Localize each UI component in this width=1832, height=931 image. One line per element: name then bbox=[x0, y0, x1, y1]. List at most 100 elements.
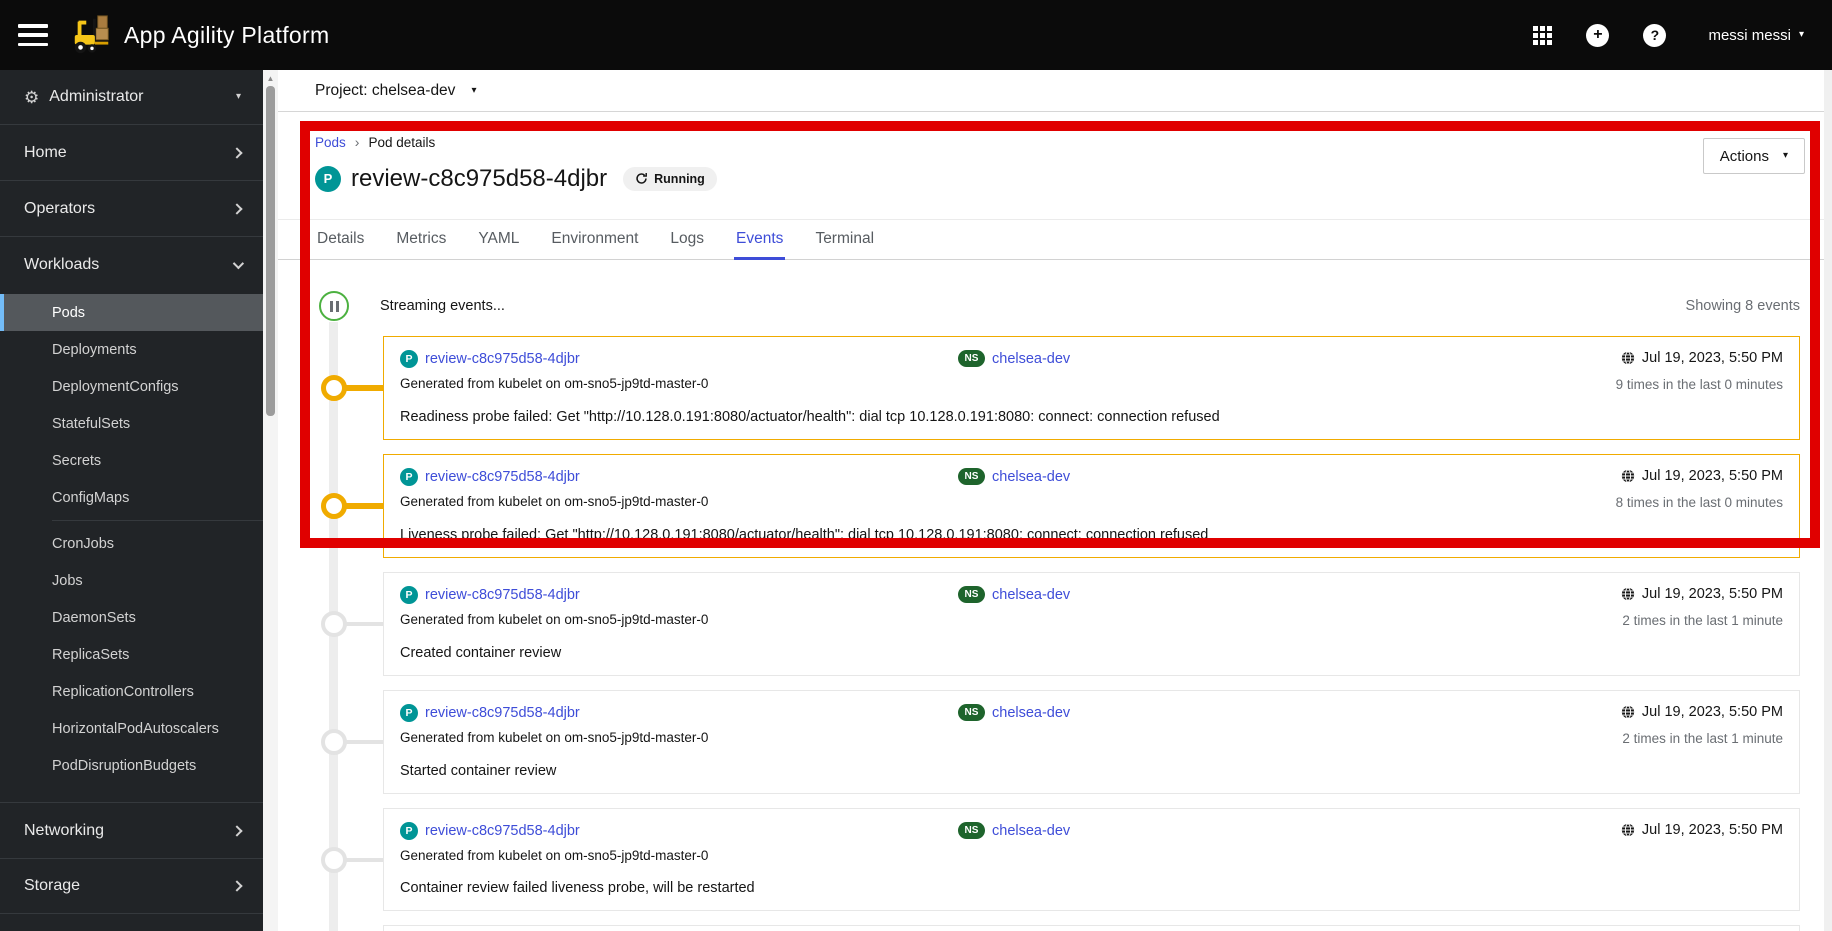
sidebar-section[interactable]: Storage bbox=[0, 858, 263, 914]
sidebar-item[interactable]: StatefulSets bbox=[0, 405, 263, 442]
event-card: P review-c8c975d58-4djbr Generated from … bbox=[383, 925, 1800, 931]
events-toolbar: Streaming events... Showing 8 events bbox=[315, 288, 1800, 324]
globe-icon bbox=[1621, 351, 1635, 365]
namespace-link-label: chelsea-dev bbox=[992, 468, 1071, 485]
pod-link[interactable]: P review-c8c975d58-4djbr bbox=[400, 704, 958, 722]
sidebar-item-label: DaemonSets bbox=[52, 609, 136, 626]
namespace-link-label: chelsea-dev bbox=[992, 704, 1071, 721]
sidebar-item[interactable]: DeploymentConfigs bbox=[0, 368, 263, 405]
pod-link-label: review-c8c975d58-4djbr bbox=[425, 587, 580, 603]
event-source: Generated from kubelet on om-sno5-jp9td-… bbox=[400, 612, 709, 627]
namespace-link[interactable]: NS chelsea-dev bbox=[958, 350, 1533, 367]
namespace-resource-icon: NS bbox=[958, 586, 985, 603]
event-card: P review-c8c975d58-4djbr Generated from … bbox=[383, 454, 1800, 558]
sidebar-item[interactable]: ConfigMaps bbox=[0, 479, 263, 516]
add-plus-circle-icon[interactable]: + bbox=[1586, 23, 1610, 47]
namespace-link[interactable]: NS chelsea-dev bbox=[958, 704, 1533, 721]
timeline-node-icon bbox=[321, 375, 347, 401]
sidebar-item-label: Workloads bbox=[24, 255, 100, 273]
sidebar-item-label: DeploymentConfigs bbox=[52, 378, 179, 395]
main-content: Project: chelsea-dev ▾ Pods › Pod detail… bbox=[278, 70, 1832, 931]
project-selector-label: Project: chelsea-dev bbox=[315, 81, 456, 99]
event-timestamp: Jul 19, 2023, 5:50 PM bbox=[1621, 586, 1783, 602]
event-timestamp-label: Jul 19, 2023, 5:50 PM bbox=[1641, 468, 1783, 484]
sidebar-item-workloads[interactable]: Workloads bbox=[0, 236, 263, 292]
sidebar-section[interactable]: Networking bbox=[0, 802, 263, 858]
timeline-node-icon bbox=[321, 611, 347, 637]
chevron-right-icon bbox=[231, 202, 243, 215]
chevron-down-icon: ▾ bbox=[1782, 150, 1788, 161]
tab[interactable]: Environment bbox=[549, 220, 640, 260]
pod-details-page: Pods › Pod details P review-c8c975d58-4d… bbox=[278, 112, 1832, 931]
tab[interactable]: Terminal bbox=[813, 220, 876, 260]
events-timeline: P review-c8c975d58-4djbr Generated from … bbox=[315, 322, 1800, 931]
sidebar-scrollbar[interactable]: ▲ bbox=[263, 70, 278, 931]
namespace-link[interactable]: NS chelsea-dev bbox=[958, 468, 1533, 485]
namespace-resource-icon: NS bbox=[958, 822, 985, 839]
sidebar-item[interactable]: HorizontalPodAutoscalers bbox=[0, 710, 263, 747]
sidebar-item[interactable]: Secrets bbox=[0, 442, 263, 479]
event-source: Generated from kubelet on om-sno5-jp9td-… bbox=[400, 730, 709, 745]
events-count-label: Showing 8 events bbox=[1685, 298, 1800, 314]
event-timestamp: Jul 19, 2023, 5:50 PM bbox=[1621, 704, 1783, 720]
scrollbar-up-arrow-icon[interactable]: ▲ bbox=[263, 70, 278, 83]
event-count: 2 times in the last 1 minute bbox=[1622, 731, 1783, 746]
actions-button[interactable]: Actions ▾ bbox=[1702, 138, 1805, 174]
user-menu[interactable]: messi messi ▾ bbox=[1708, 27, 1804, 44]
tab[interactable]: Details bbox=[315, 220, 366, 260]
namespace-link[interactable]: NS chelsea-dev bbox=[958, 586, 1533, 603]
pod-link[interactable]: P review-c8c975d58-4djbr bbox=[400, 468, 958, 486]
sidebar-section[interactable]: Home bbox=[0, 124, 263, 180]
sidebar-section-label: Networking bbox=[24, 821, 105, 839]
tab[interactable]: Events bbox=[734, 220, 786, 260]
sidebar-item[interactable]: Pods bbox=[0, 294, 263, 331]
breadcrumb-current: Pod details bbox=[368, 134, 436, 150]
event-message: Container review failed liveness probe, … bbox=[400, 880, 755, 896]
sidebar-item-label: PodDisruptionBudgets bbox=[52, 757, 197, 774]
event-row: P review-c8c975d58-4djbr Generated from … bbox=[315, 336, 1800, 440]
window-scrollbar[interactable] bbox=[1824, 70, 1832, 931]
masthead: App Agility Platform + ? messi messi ▾ bbox=[0, 0, 1832, 70]
sidebar-item[interactable]: DaemonSets bbox=[0, 599, 263, 636]
sidebar-item[interactable]: Deployments bbox=[0, 331, 263, 368]
scrollbar-thumb[interactable] bbox=[266, 86, 275, 416]
sidebar-item-label: ReplicationControllers bbox=[52, 683, 194, 700]
pod-link[interactable]: P review-c8c975d58-4djbr bbox=[400, 350, 958, 368]
pod-title-row: P review-c8c975d58-4djbr Running bbox=[315, 162, 1800, 195]
sidebar-item[interactable]: CronJobs bbox=[0, 520, 263, 562]
namespace-link[interactable]: NS chelsea-dev bbox=[958, 822, 1533, 839]
sidebar-section[interactable]: Operators bbox=[0, 180, 263, 236]
event-count: 2 times in the last 1 minute bbox=[1622, 613, 1783, 628]
pause-stream-button[interactable] bbox=[319, 291, 349, 321]
tab[interactable]: Logs bbox=[668, 220, 706, 260]
pod-link[interactable]: P review-c8c975d58-4djbr bbox=[400, 586, 958, 604]
globe-icon bbox=[1621, 469, 1635, 483]
pod-resource-icon: P bbox=[315, 165, 341, 192]
sidebar-item[interactable]: PodDisruptionBudgets bbox=[0, 747, 263, 784]
help-icon[interactable]: ? bbox=[1643, 23, 1667, 47]
perspective-switcher[interactable]: ⚙ Administrator ▾ bbox=[0, 70, 263, 124]
forklift-logo-icon bbox=[70, 14, 114, 56]
event-card: P review-c8c975d58-4djbr Generated from … bbox=[383, 690, 1800, 794]
tab-bar: Details Metrics YAML Environment Logs Ev… bbox=[278, 220, 1832, 260]
sidebar-item-label: Deployments bbox=[52, 341, 137, 358]
timeline-node-icon bbox=[321, 729, 347, 755]
project-selector[interactable]: Project: chelsea-dev ▾ bbox=[315, 82, 476, 100]
sidebar-item[interactable]: Jobs bbox=[0, 562, 263, 599]
tab[interactable]: YAML bbox=[476, 220, 521, 260]
tab[interactable]: Metrics bbox=[394, 220, 448, 260]
namespace-link-label: chelsea-dev bbox=[992, 822, 1071, 839]
app-launcher-grid-icon[interactable] bbox=[1533, 25, 1553, 45]
namespace-resource-icon: NS bbox=[958, 704, 985, 721]
sidebar-section-label: Home bbox=[24, 143, 67, 161]
namespace-resource-icon: NS bbox=[958, 468, 985, 485]
sidebar-item[interactable]: ReplicationControllers bbox=[0, 673, 263, 710]
globe-icon bbox=[1621, 705, 1635, 719]
sidebar-item-label: ConfigMaps bbox=[52, 489, 130, 506]
event-row: P review-c8c975d58-4djbr Generated from … bbox=[315, 572, 1800, 676]
nav-toggle-hamburger-icon[interactable] bbox=[18, 24, 48, 46]
sidebar-item[interactable]: ReplicaSets bbox=[0, 636, 263, 673]
page-title: review-c8c975d58-4djbr bbox=[351, 164, 608, 192]
pod-link[interactable]: P review-c8c975d58-4djbr bbox=[400, 822, 958, 840]
breadcrumb-pods-link[interactable]: Pods bbox=[315, 135, 346, 150]
